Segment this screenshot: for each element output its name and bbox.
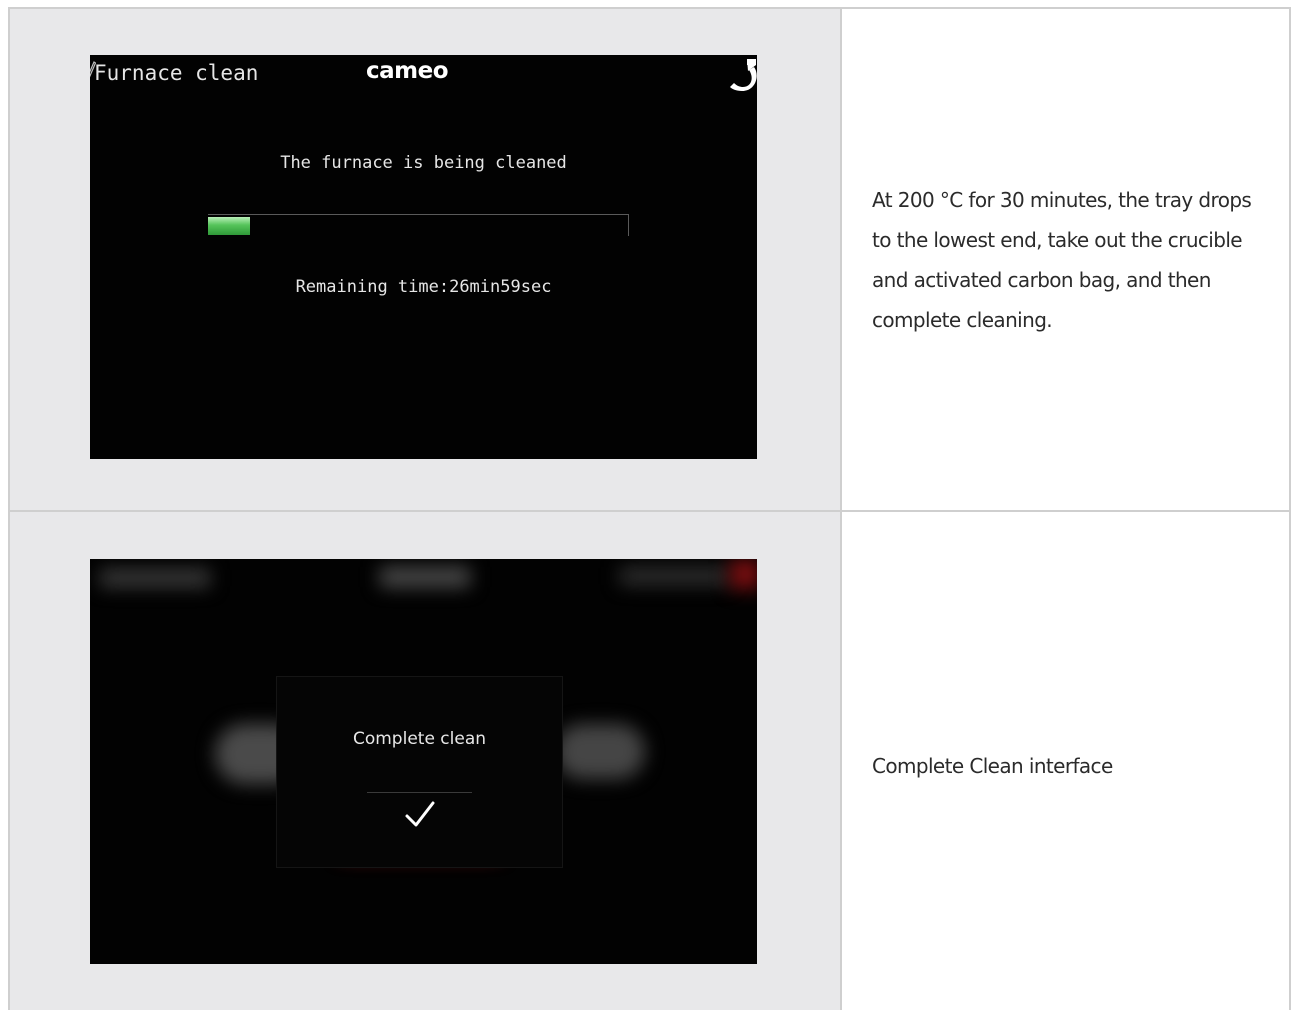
- blurred-header-right: [620, 567, 730, 585]
- screenshot-cell: Complete clean: [10, 512, 842, 1010]
- description-text: Complete Clean interface: [872, 754, 1113, 778]
- table-row-furnace-clean: Furnace clean cameo The furnace is being…: [10, 9, 1289, 512]
- description-cell: Complete Clean interface: [842, 512, 1289, 1010]
- remaining-time-text: Remaining time:26min59sec: [295, 277, 552, 297]
- screen-title: Furnace clean: [94, 61, 259, 85]
- blurred-content-right: [555, 724, 645, 779]
- checkmark-icon[interactable]: [395, 797, 445, 833]
- back-arrow-icon[interactable]: [726, 55, 757, 97]
- progress-bar-fill: [208, 217, 250, 235]
- progress-bar: [208, 214, 629, 236]
- dialog-message: Complete clean: [352, 729, 487, 749]
- screenshot-cell: Furnace clean cameo The furnace is being…: [10, 9, 842, 510]
- description-cell: At 200 °C for 30 minutes, the tray drops…: [842, 9, 1289, 510]
- device-screen-complete-clean: Complete clean: [90, 559, 757, 964]
- dialog-divider: [367, 792, 472, 793]
- blurred-red-corner: [730, 559, 757, 589]
- table-row-complete-clean: Complete clean Complete Clean interface: [10, 512, 1289, 1010]
- blurred-header-left: [100, 569, 210, 587]
- complete-clean-dialog: Complete clean: [277, 677, 562, 867]
- cleaning-status-text: The furnace is being cleaned: [280, 153, 567, 173]
- cameo-logo: cameo: [366, 58, 449, 84]
- description-text: At 200 °C for 30 minutes, the tray drops…: [872, 188, 1252, 332]
- blurred-header-logo: [380, 567, 470, 587]
- document-table: Furnace clean cameo The furnace is being…: [8, 7, 1291, 1010]
- device-screen-furnace-clean: Furnace clean cameo The furnace is being…: [90, 55, 757, 459]
